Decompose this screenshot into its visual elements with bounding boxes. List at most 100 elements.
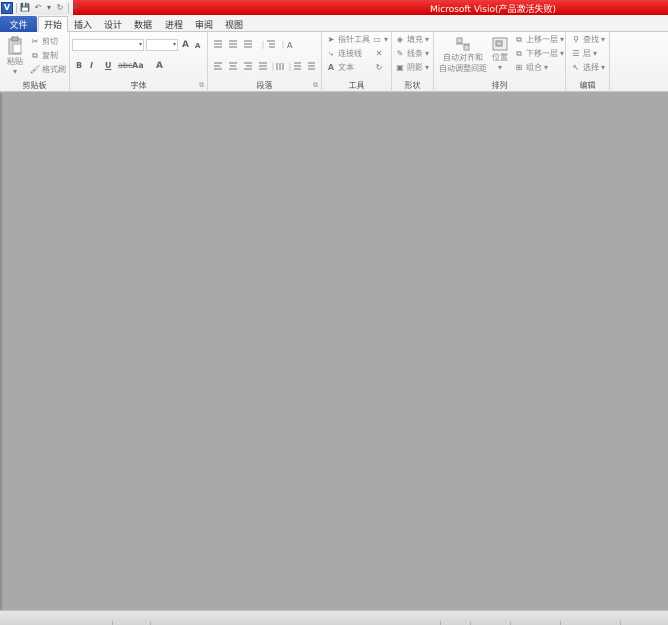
change-case-button[interactable]: Aa — [132, 61, 144, 70]
send-backward-button[interactable]: ⧉ 下移一层 ▾ — [514, 48, 564, 59]
strikethrough-button[interactable]: abc — [118, 61, 132, 70]
tab-insert[interactable]: 插入 — [70, 16, 96, 32]
editing-group-label: 编辑 — [579, 81, 596, 90]
status-divider — [470, 621, 471, 625]
chevron-down-icon: ▾ — [601, 63, 606, 72]
redo-icon[interactable]: ↻ — [55, 2, 65, 13]
select-cursor-icon: ↖ — [572, 63, 580, 72]
undo-dropdown-icon[interactable]: ▾ — [46, 2, 52, 13]
fill-icon: ◈ — [396, 35, 404, 44]
binoculars-icon: ⚲ — [573, 35, 579, 44]
group-clipboard: 粘贴 ▾ ✂ 剪切 ⧉ 复制 🖌 格式刷 剪贴板 — [0, 32, 70, 92]
increase-indent-icon — [308, 62, 315, 70]
align-center-icon — [229, 62, 237, 70]
fill-button[interactable]: ◈ 填充 ▾ — [395, 34, 429, 45]
group-icon: ⊞ — [515, 63, 523, 72]
select-label: 选择 — [583, 63, 599, 72]
tab-process[interactable]: 进程 — [161, 16, 187, 32]
position-icon — [492, 37, 508, 51]
align-middle-icon — [229, 40, 237, 48]
send-backward-label: 下移一层 — [526, 49, 558, 58]
line-button[interactable]: ✎ 线条 ▾ — [395, 48, 429, 59]
select-button[interactable]: ↖ 选择 ▾ — [571, 62, 605, 73]
bring-forward-label: 上移一层 — [526, 35, 558, 44]
format-painter-button[interactable]: 🖌 格式刷 — [30, 64, 66, 75]
paragraph-group-label: 段落 — [256, 81, 273, 90]
group-tools: ➤ 指针工具 ⤷ 连接线 A 文本 ▭ ▾ ✕ ↻ 工具 — [322, 32, 392, 92]
bullets-icon — [267, 40, 275, 48]
align-left-icon — [214, 62, 222, 70]
shape-group-label: 形状 — [404, 81, 421, 90]
customize-qat-icon[interactable]: ▾ — [72, 2, 78, 13]
grow-font-button[interactable]: A — [182, 40, 189, 50]
auto-align-space-button[interactable]: 自动对齐和 自动调整间距 — [437, 36, 489, 74]
chevron-down-icon: ▾ — [544, 63, 549, 72]
tab-review[interactable]: 审阅 — [191, 16, 217, 32]
layers-button[interactable]: ☰ 层 ▾ — [571, 48, 597, 59]
font-dialog-launcher-icon[interactable]: ⧉ — [199, 81, 204, 90]
status-divider — [112, 621, 113, 625]
italic-button[interactable]: I — [90, 61, 93, 70]
auto-align-label: 自动对齐和 — [443, 53, 483, 62]
tab-file[interactable]: 文件 — [0, 16, 37, 32]
send-backward-icon: ⧉ — [516, 48, 522, 58]
font-color-button[interactable]: A — [156, 61, 163, 71]
group-button[interactable]: ⊞ 组合 ▾ — [514, 62, 548, 73]
position-dropdown-icon: ▾ — [497, 63, 502, 72]
group-label: 组合 — [526, 63, 542, 72]
qat-separator — [68, 2, 69, 13]
tab-data[interactable]: 数据 — [130, 16, 156, 32]
qat-separator — [16, 2, 17, 13]
paste-button[interactable]: 粘贴 ▾ — [4, 36, 26, 76]
connection-point-button[interactable]: ↻ — [374, 62, 384, 72]
shadow-button[interactable]: ▣ 阴影 ▾ — [395, 62, 429, 73]
arrange-group-label: 排列 — [491, 81, 508, 90]
group-font: ▾ ▾ A A B I U abc Aa A 字体 ⧉ — [70, 32, 208, 92]
find-label: 查找 — [583, 35, 599, 44]
drawing-workspace[interactable] — [0, 93, 668, 610]
position-button[interactable]: 位置 ▾ — [489, 36, 511, 72]
clipboard-group-label: 剪贴板 — [22, 81, 47, 90]
bold-button[interactable]: B — [76, 61, 82, 70]
align-right-icon — [244, 62, 252, 70]
group-shape: ◈ 填充 ▾ ✎ 线条 ▾ ▣ 阴影 ▾ 形状 — [392, 32, 434, 92]
chevron-down-icon: ▾ — [593, 49, 598, 58]
bring-forward-button[interactable]: ⧉ 上移一层 ▾ — [514, 34, 564, 45]
tab-design[interactable]: 设计 — [100, 16, 126, 32]
save-icon[interactable]: 💾 — [20, 2, 30, 13]
format-painter-label: 格式刷 — [42, 65, 66, 74]
bring-forward-icon: ⧉ — [516, 34, 522, 44]
chevron-down-icon: ▾ — [560, 35, 565, 44]
paste-label: 粘贴 — [7, 57, 23, 66]
chevron-down-icon: ▾ — [384, 34, 389, 44]
status-divider — [510, 621, 511, 625]
rectangle-tool-button[interactable]: ▭ ▾ — [372, 34, 388, 44]
close-tool-button[interactable]: ✕ — [374, 48, 384, 58]
underline-button[interactable]: U — [105, 61, 112, 70]
text-tool-button[interactable]: A 文本 — [326, 62, 354, 73]
connector-label: 连接线 — [338, 49, 362, 58]
find-button[interactable]: ⚲ 查找 ▾ — [571, 34, 605, 45]
shadow-icon: ▣ — [396, 63, 404, 72]
font-family-select[interactable]: ▾ — [72, 39, 144, 51]
paragraph-dialog-launcher-icon[interactable]: ⧉ — [313, 81, 318, 90]
copy-button[interactable]: ⧉ 复制 — [30, 50, 58, 61]
connector-icon: ⤷ — [328, 48, 334, 58]
undo-icon[interactable]: ↶ — [33, 2, 43, 13]
visio-app-icon[interactable]: V — [1, 1, 13, 14]
text-icon: A — [327, 63, 335, 72]
group-paragraph: A 段落 ⧉ — [208, 32, 322, 92]
columns-icon — [276, 63, 284, 70]
chevron-down-icon: ▾ — [138, 41, 142, 48]
pointer-tool-button[interactable]: ➤ 指针工具 — [326, 34, 370, 45]
chevron-down-icon: ▾ — [425, 49, 430, 58]
font-size-select[interactable]: ▾ — [146, 39, 178, 51]
tab-home[interactable]: 开始 — [38, 16, 68, 32]
auto-align-icon — [456, 37, 470, 51]
tools-group-label: 工具 — [348, 81, 365, 90]
shrink-font-button[interactable]: A — [195, 42, 200, 50]
copy-label: 复制 — [42, 51, 58, 60]
cut-button[interactable]: ✂ 剪切 — [30, 36, 58, 47]
tab-view[interactable]: 视图 — [221, 16, 247, 32]
connector-button[interactable]: ⤷ 连接线 — [326, 48, 362, 59]
